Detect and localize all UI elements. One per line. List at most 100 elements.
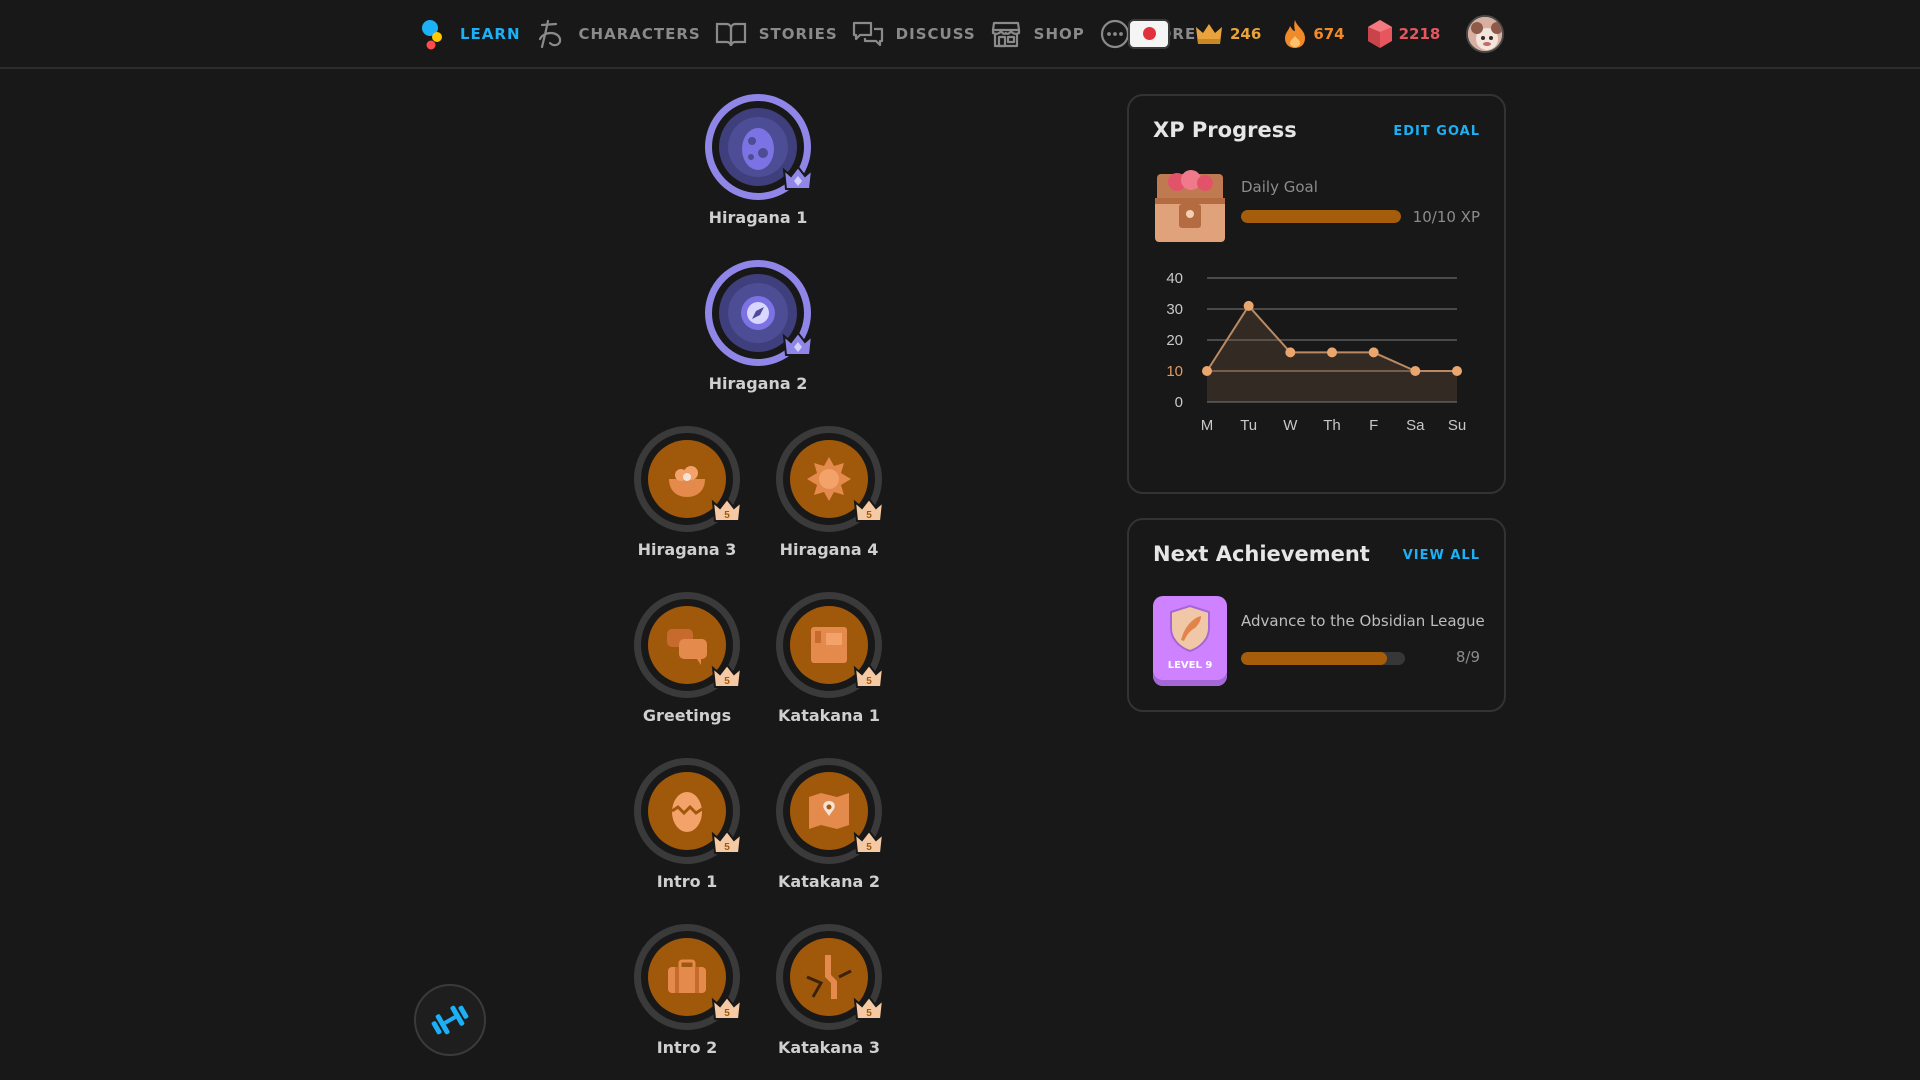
daily-goal-progress-text: 10/10 XP <box>1412 208 1480 226</box>
skill-hiragana-1[interactable]: Hiragana 1 <box>688 94 828 227</box>
book-icon <box>715 18 747 50</box>
nav-item-discuss[interactable]: DISCUSS <box>852 18 976 50</box>
skill-ring <box>705 260 814 366</box>
skill-katakana-2[interactable]: 5 Katakana 2 <box>759 758 899 891</box>
user-stats: 246 674 2218 <box>1128 0 1505 67</box>
shop-icon <box>990 18 1022 50</box>
skill-ring <box>705 94 814 200</box>
xp-point <box>1452 366 1462 376</box>
practice-button[interactable] <box>414 984 486 1056</box>
skill-hiragana-2[interactable]: Hiragana 2 <box>688 260 828 393</box>
x-tick-label: Tu <box>1240 417 1257 434</box>
achievement-progress-bar <box>1241 652 1405 665</box>
legendary-crown-icon <box>782 165 814 190</box>
achievement-progress-fill <box>1241 652 1387 665</box>
crown-level-icon: 5 <box>853 829 885 854</box>
crown-level-number: 5 <box>724 1008 730 1019</box>
crown-level-number: 5 <box>866 1008 872 1019</box>
skill-intro-1[interactable]: 5 Intro 1 <box>617 758 757 891</box>
skill-label: Katakana 3 <box>778 1038 880 1057</box>
skill-katakana-1[interactable]: 5 Katakana 1 <box>759 592 899 725</box>
x-tick-label: Th <box>1323 417 1341 434</box>
xp-progress-title: XP Progress <box>1153 118 1297 142</box>
achievement-progress-text: 8/9 <box>1455 648 1480 666</box>
skill-ring: 5 <box>776 924 885 1030</box>
crown-level-number: 5 <box>866 842 872 853</box>
xp-progress-card: XP Progress EDIT GOAL Daily Goal 10/10 X… <box>1127 94 1506 494</box>
main-nav: LEARN CHARACTERS STORIES DISCUSS SHOP <box>416 0 1210 67</box>
crown-level-number: 5 <box>724 842 730 853</box>
xp-point <box>1327 347 1337 358</box>
skill-label: Hiragana 3 <box>637 540 737 559</box>
y-tick-label: 10 <box>1166 363 1183 380</box>
skill-hiragana-3[interactable]: 5 Hiragana 3 <box>617 426 757 559</box>
skill-label: Hiragana 2 <box>708 374 808 393</box>
gem-icon <box>1367 19 1392 48</box>
skill-label: Intro 1 <box>656 872 718 891</box>
achievement-level-label: LEVEL 9 <box>1167 660 1213 671</box>
gems-counter[interactable]: 2218 <box>1367 19 1441 49</box>
skill-label: Intro 2 <box>656 1038 718 1057</box>
view-all-button[interactable]: VIEW ALL <box>1403 548 1480 563</box>
crown-level-number: 5 <box>724 676 730 687</box>
next-achievement-title: Next Achievement <box>1153 542 1370 566</box>
y-tick-label: 0 <box>1175 394 1183 411</box>
nav-item-stories[interactable]: STORIES <box>715 18 838 50</box>
skill-katakana-3[interactable]: 5 Katakana 3 <box>759 924 899 1057</box>
streak-counter[interactable]: 674 <box>1283 19 1345 49</box>
skill-ring: 5 <box>634 758 743 864</box>
flame-icon <box>1285 19 1306 48</box>
crown-level-icon: 5 <box>853 663 885 688</box>
crown-level-number: 5 <box>866 676 872 687</box>
treasure-chest-icon <box>1153 164 1227 248</box>
xp-point <box>1285 347 1296 358</box>
crowns-count: 246 <box>1230 24 1262 43</box>
nav-label-discuss: DISCUSS <box>895 24 976 43</box>
y-tick-label: 40 <box>1166 270 1183 287</box>
x-tick-label: M <box>1201 417 1214 434</box>
nav-item-learn[interactable]: LEARN <box>416 18 521 50</box>
skill-ring: 5 <box>776 592 885 698</box>
xp-point <box>1368 347 1379 358</box>
crown-level-icon: 5 <box>711 829 743 854</box>
daily-goal-label: Daily Goal <box>1241 178 1318 196</box>
avatar[interactable] <box>1466 14 1505 53</box>
legendary-crown-icon <box>782 331 814 356</box>
more-icon <box>1099 18 1131 50</box>
daily-goal-progress-fill <box>1241 210 1401 223</box>
crown-level-number: 5 <box>866 510 872 521</box>
edit-goal-button[interactable]: EDIT GOAL <box>1393 124 1480 139</box>
language-flag-button[interactable] <box>1128 18 1170 49</box>
skill-label: Greetings <box>642 706 732 725</box>
streak-count: 674 <box>1313 24 1345 43</box>
achievement-description: Advance to the Obsidian League <box>1241 612 1485 630</box>
skill-label: Katakana 2 <box>778 872 880 891</box>
skill-label: Katakana 1 <box>778 706 880 725</box>
top-navigation-bar: LEARN CHARACTERS STORIES DISCUSS SHOP 24… <box>0 0 1920 69</box>
skill-ring: 5 <box>634 924 743 1030</box>
crown-level-icon: 5 <box>711 995 743 1020</box>
nav-label-learn: LEARN <box>460 24 521 43</box>
xp-point <box>1243 300 1254 311</box>
skill-hiragana-4[interactable]: 5 Hiragana 4 <box>759 426 899 559</box>
skill-label: Hiragana 4 <box>779 540 879 559</box>
xp-point <box>1202 366 1212 376</box>
crown-level-icon: 5 <box>711 663 743 688</box>
nav-item-shop[interactable]: SHOP <box>990 18 1085 50</box>
skill-greetings[interactable]: 5 Greetings <box>617 592 757 725</box>
x-tick-label: Sa <box>1406 417 1425 434</box>
x-tick-label: F <box>1369 417 1378 434</box>
characters-icon <box>535 18 567 50</box>
skill-intro-2[interactable]: 5 Intro 2 <box>617 924 757 1057</box>
nav-label-characters: CHARACTERS <box>578 24 701 43</box>
crown-icon <box>1196 23 1222 44</box>
gems-count: 2218 <box>1398 24 1441 43</box>
y-tick-label: 30 <box>1166 301 1183 318</box>
crown-level-icon: 5 <box>853 497 885 522</box>
daily-goal-progress-bar <box>1241 210 1401 223</box>
nav-item-characters[interactable]: CHARACTERS <box>535 18 701 50</box>
crowns-counter[interactable]: 246 <box>1194 21 1261 47</box>
crown-level-number: 5 <box>724 510 730 521</box>
quill-shield-icon <box>1170 604 1210 653</box>
skill-ring: 5 <box>776 426 885 532</box>
